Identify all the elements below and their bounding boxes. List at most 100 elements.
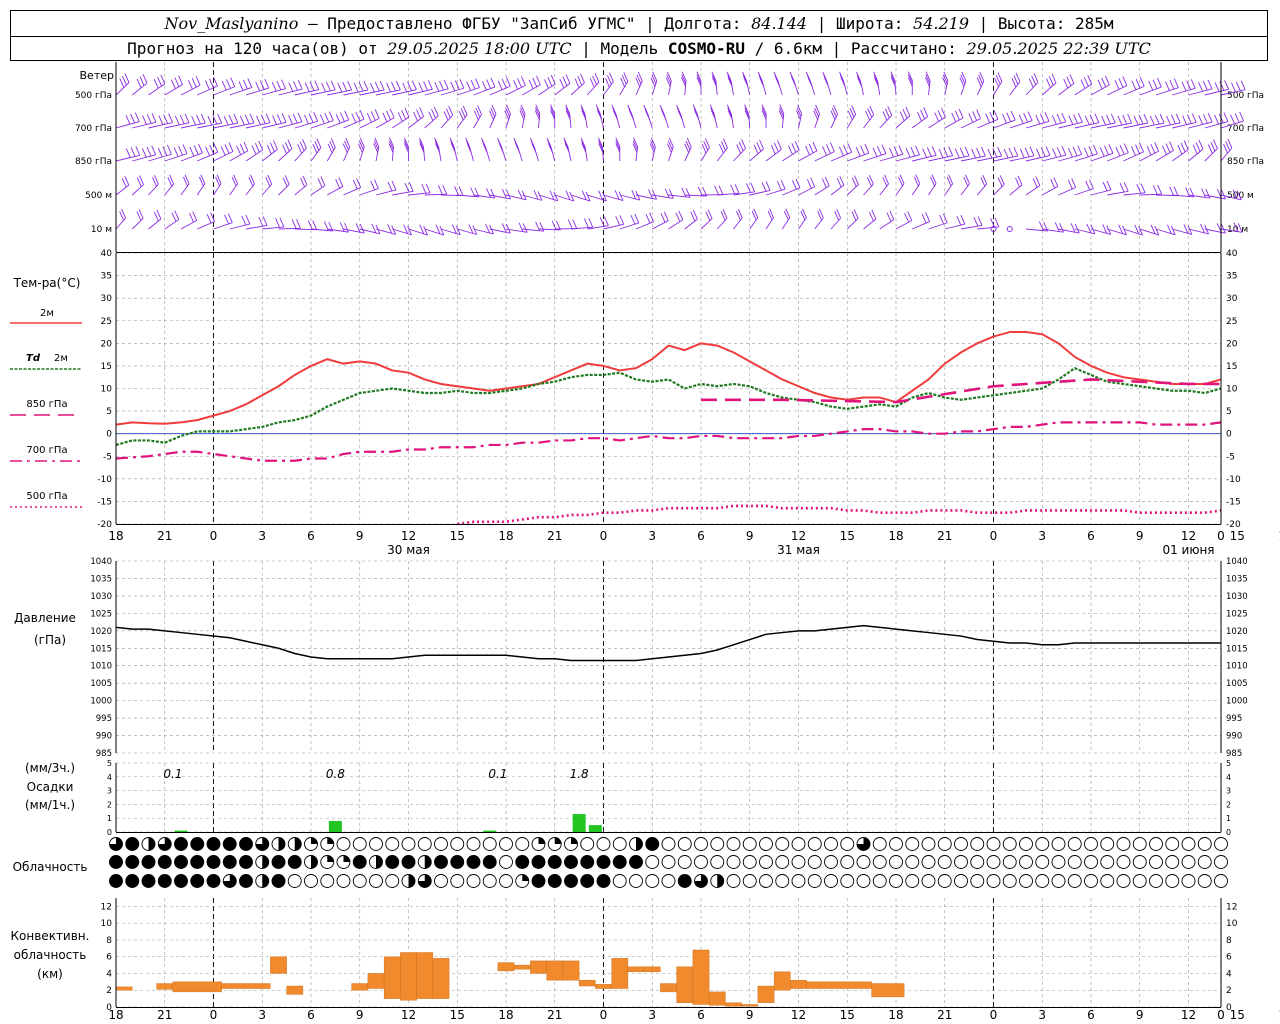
cloud-circle [1181,837,1196,851]
wind-barb-feather [839,146,844,156]
wind-barb-staff [993,81,1003,96]
temp-tick-label-right: 30 [1226,294,1238,304]
wind-barb [115,208,126,230]
wind-barb-feather [1070,223,1076,233]
cloud-circle [807,837,822,851]
wind-barb-feather [228,114,234,125]
cloud-cell [726,855,741,869]
cloud-fill-partial [148,837,156,851]
cloud-cell [1051,837,1066,851]
cloud-fill-full [564,855,578,869]
wind-barb-feather [196,114,201,125]
cloud-cell [742,874,757,888]
cloud-fill-partial [311,855,318,869]
pressure-panel: 1040 10401035 10351030 10301025 10251020 1020… [90,557,1247,759]
wind-barb-feather [648,189,653,199]
precip-tick-label-right: 4 [1226,773,1231,782]
wind-barb-feather [1210,141,1216,152]
wind-barb-feather [994,217,1000,228]
cloud-circle [434,874,448,888]
wind-barb-feather [902,109,908,119]
wind-barb-feather [239,143,245,153]
cloud-cell [515,855,530,869]
wind-barb-feather [1148,81,1154,91]
wind-barb [627,104,637,129]
cloud-fill-full [467,855,480,869]
wind-barb-feather [761,182,767,192]
conv-title-3: (км) [37,967,63,981]
wind-barb-feather [532,77,538,87]
cloud-circle [1002,874,1017,888]
wind-barb-feather [667,140,673,150]
wind-barb-feather [178,75,183,85]
wind-barb [830,175,845,196]
wind-barb-feather [955,110,960,121]
cloud-circle [921,855,936,869]
wind-barb-feather [431,109,436,119]
wind-barb-feather [960,214,966,225]
temp-tick-label-left: 0 [106,430,112,440]
wind-barb [440,106,454,129]
precip-tick-label-left: 2 [107,800,112,809]
wind-barb-feather [1169,80,1175,90]
cloud-cell [889,837,903,851]
wind-barb-feather [146,114,152,124]
wind-barb-feather [178,145,183,156]
wind-barb-feather [408,182,414,192]
temp-xtick-label: 15 [840,529,855,543]
wind-barb-feather [634,213,640,224]
wind-barb [773,71,783,96]
wind-barb [665,71,672,96]
temp-tick-label-right: 5 [1226,407,1232,417]
wind-barb-feather [247,78,253,88]
wind-barb [434,137,442,162]
wind-barb-feather [1127,113,1133,124]
conv-xtick-label: 15 [840,1008,855,1022]
wind-barb [912,212,931,230]
wind-barb-feather [226,79,231,89]
wind-barb-staff [375,117,395,129]
wind-barb [1074,179,1094,196]
cloud-cell [759,855,773,869]
wind-barb-feather [374,179,379,189]
wind-barb-feather [1219,81,1225,91]
cloud-cell [336,874,351,888]
wind-barb-feather [971,148,977,159]
cloud-cell [612,837,627,851]
wind-barb-feather [1190,79,1196,89]
wind-barb-feather [1139,142,1144,153]
wind-barb-staff [310,185,326,196]
wind-barb-feather [1010,110,1016,121]
wind-barb [115,146,141,162]
cloud-fill-full [272,855,285,869]
cloud-cell [856,855,871,869]
wind-barb-feather [685,188,691,198]
cloud-circle [1084,837,1098,851]
wind-barb [830,208,842,230]
cloud-cell [369,874,383,888]
wind-barb-feather [873,74,879,84]
conv-xtick-label: 0 [990,1008,998,1022]
wind-barb-feather [125,148,131,158]
wind-barb-feather [1056,113,1062,124]
wind-barb-feather [179,114,185,125]
conv-bar [725,1002,742,1007]
wind-barb [1058,145,1083,162]
wind-barb [1090,113,1116,129]
cloud-circle [937,837,952,851]
wind-barb-feather [233,113,239,124]
wind-barb-feather [1053,177,1059,187]
wind-barb [229,214,251,230]
wind-barb-feather [964,146,970,157]
wind-barb-feather [413,111,419,122]
wind-barb-feather [153,79,159,89]
pressure-tick-label-left: 1010 [90,662,112,672]
wind-barb-staff [814,185,830,196]
wind-barb [529,137,539,162]
cloud-circle [612,837,627,851]
wind-barb-feather [1069,74,1075,84]
wind-barb-feather [1118,78,1124,88]
cloud-circle [791,874,806,888]
wind-barb [115,112,140,129]
wind-barb-feather [907,211,913,221]
